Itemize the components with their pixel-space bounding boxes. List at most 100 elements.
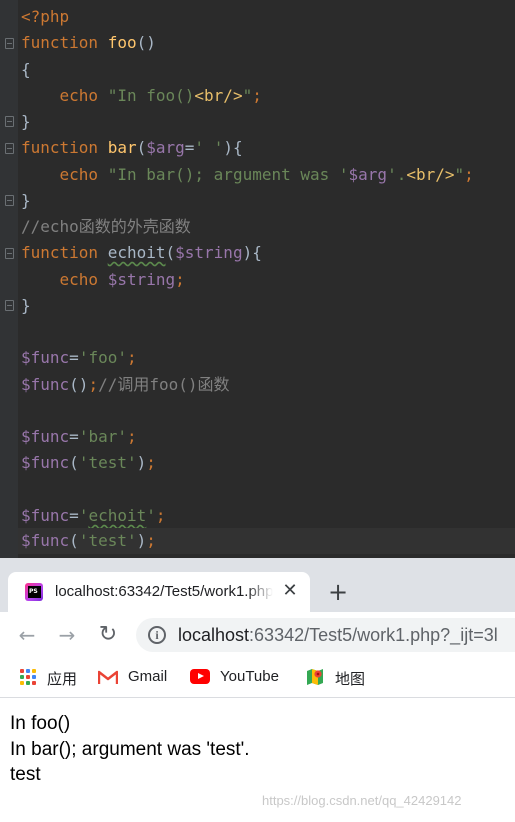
paren: ( xyxy=(69,453,79,472)
bookmark-gmail[interactable]: Gmail xyxy=(98,666,174,688)
youtube-icon xyxy=(190,669,210,684)
comment: //echo函数的外壳函数 xyxy=(21,217,191,236)
code-line-5[interactable]: } xyxy=(21,109,515,135)
paren: () xyxy=(136,33,156,52)
brace: { xyxy=(21,60,31,79)
string-literal: 'test' xyxy=(78,531,137,550)
paren: ) xyxy=(136,453,147,472)
variable: $func xyxy=(21,453,70,472)
semicolon: ; xyxy=(126,427,137,446)
string-text: In foo() xyxy=(117,86,195,105)
output-line-1: In foo() xyxy=(10,713,71,734)
paren: ( xyxy=(69,531,79,550)
string-literal: ' ' xyxy=(194,138,224,157)
forward-button[interactable]: → xyxy=(54,622,80,648)
variable: $func xyxy=(21,348,70,367)
paren: ( xyxy=(136,138,147,157)
php-open-tag: <?php xyxy=(21,7,70,26)
bookmark-maps[interactable]: 地图 xyxy=(306,666,372,688)
fold-marker-icon[interactable] xyxy=(5,143,14,154)
url-host: localhost xyxy=(178,625,250,645)
code-line-15[interactable]: $func();//调用foo()函数 xyxy=(21,372,515,398)
comment: //调用foo()函数 xyxy=(98,375,230,394)
operator: = xyxy=(69,427,79,446)
semicolon: ; xyxy=(88,375,99,394)
reload-button[interactable]: ↻ xyxy=(95,622,121,648)
semicolon: ; xyxy=(146,453,156,472)
variable: $func xyxy=(21,375,70,394)
brace: } xyxy=(21,296,31,315)
semicolon: ; xyxy=(146,531,156,550)
function-name: foo xyxy=(107,33,137,52)
bookmark-label: YouTube xyxy=(220,668,279,685)
keyword: function xyxy=(21,243,99,262)
code-line-2[interactable]: function foo() xyxy=(21,30,515,56)
string-text: In bar(); argument was ' xyxy=(117,165,349,184)
code-line-17[interactable]: $func='bar'; xyxy=(21,424,515,450)
fold-marker-icon[interactable] xyxy=(5,116,14,127)
variable: $arg xyxy=(348,165,388,184)
semicolon: ; xyxy=(126,348,137,367)
quote: " xyxy=(242,86,253,105)
code-line-7[interactable]: echo "In bar(); argument was '$arg'.<br/… xyxy=(21,162,515,188)
semicolon: ; xyxy=(464,165,474,184)
paren: ) xyxy=(136,531,147,550)
tab-active[interactable]: localhost:63342/Test5/work1.php ✕ xyxy=(8,572,310,612)
editor-gutter xyxy=(0,0,18,558)
output-line-2: In bar(); argument was 'test'. xyxy=(10,739,250,760)
function-name: bar xyxy=(107,138,137,157)
operator: = xyxy=(69,506,79,525)
code-line-3[interactable]: { xyxy=(21,57,515,83)
string-text: '. xyxy=(387,165,407,184)
address-bar[interactable]: i localhost:63342/Test5/work1.php?_ijt=3… xyxy=(136,618,515,652)
html-tag: <br/> xyxy=(406,165,455,184)
echo-keyword: echo xyxy=(59,270,99,289)
code-line-10[interactable]: function echoit($string){ xyxy=(21,240,515,266)
code-line-8[interactable]: } xyxy=(21,188,515,214)
code-line-12[interactable]: } xyxy=(21,293,515,319)
fold-marker-icon[interactable] xyxy=(5,195,14,206)
code-line-20[interactable]: $func='echoit'; xyxy=(21,503,515,529)
new-tab-button[interactable]: + xyxy=(326,580,350,604)
code-line-9[interactable]: //echo函数的外壳函数 xyxy=(21,214,515,240)
bookmark-youtube[interactable]: YouTube xyxy=(190,666,290,688)
variable: $func xyxy=(21,531,70,550)
operator: = xyxy=(184,138,195,157)
code-line-18[interactable]: $func('test'); xyxy=(21,450,515,476)
code-line-1[interactable]: <?php xyxy=(21,4,515,30)
gmail-icon xyxy=(98,670,118,685)
paren: ){ xyxy=(223,138,243,157)
code-line-6[interactable]: function bar($arg=' '){ xyxy=(21,135,515,161)
bookmarks-bar: 应用 Gmail YouTube 地图 xyxy=(0,658,515,698)
page-content: In foo() In bar(); argument was 'test'. … xyxy=(0,699,515,822)
bookmark-label: 地图 xyxy=(335,671,366,688)
fold-marker-icon[interactable] xyxy=(5,38,14,49)
brace: } xyxy=(21,191,31,210)
variable: $string xyxy=(175,243,243,262)
tab-strip: localhost:63342/Test5/work1.php ✕ + xyxy=(0,558,515,612)
paren: () xyxy=(69,375,89,394)
code-line-21-current[interactable]: $func('test'); xyxy=(18,528,515,554)
code-line-14[interactable]: $func='foo'; xyxy=(21,345,515,371)
url-text[interactable]: localhost:63342/Test5/work1.php?_ijt=3l xyxy=(178,625,498,645)
variable: $arg xyxy=(146,138,185,157)
paren: ){ xyxy=(242,243,262,262)
fold-marker-icon[interactable] xyxy=(5,300,14,311)
quote: ' xyxy=(78,506,89,525)
code-line-4[interactable]: echo "In foo()<br/>"; xyxy=(21,83,515,109)
code-editor[interactable]: <?php function foo() { echo "In foo()<br… xyxy=(0,0,515,558)
variable: $func xyxy=(21,427,70,446)
bookmark-apps[interactable]: 应用 xyxy=(20,666,82,688)
phpstorm-icon xyxy=(25,583,43,601)
bookmark-label: 应用 xyxy=(47,671,78,688)
close-icon[interactable]: ✕ xyxy=(280,581,300,601)
string-literal: 'foo' xyxy=(78,348,127,367)
brace: } xyxy=(21,112,31,131)
back-button[interactable]: ← xyxy=(14,622,40,648)
maps-icon xyxy=(307,669,323,685)
fold-marker-icon[interactable] xyxy=(5,248,14,259)
code-line-11[interactable]: echo $string; xyxy=(21,267,515,293)
info-icon[interactable]: i xyxy=(148,626,166,644)
browser-window: localhost:63342/Test5/work1.php ✕ + ← → … xyxy=(0,558,515,822)
output-line-3: test xyxy=(10,764,41,785)
